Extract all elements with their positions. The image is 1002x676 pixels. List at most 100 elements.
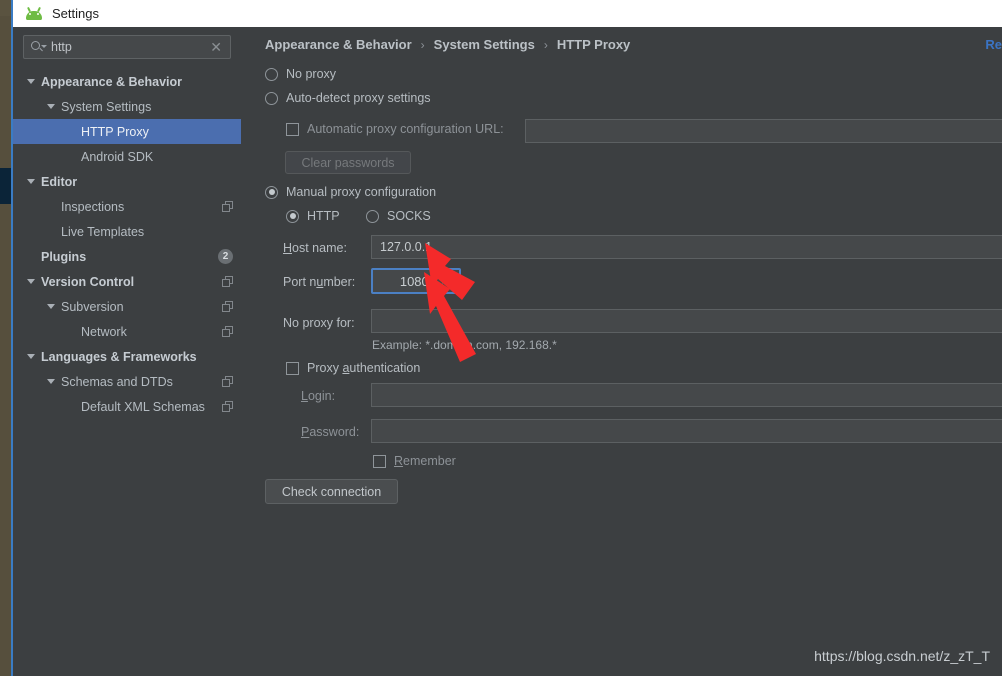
radio-icon — [265, 91, 278, 105]
check-connection-label: Check connection — [281, 484, 382, 499]
copy-settings-icon[interactable] — [222, 301, 233, 312]
pac-url-input[interactable] — [525, 119, 1002, 143]
radio-http-label: HTTP — [307, 209, 340, 223]
chevron-down-icon[interactable] — [27, 354, 35, 359]
chevron-down-icon[interactable] — [27, 279, 35, 284]
sidebar-item-http-proxy[interactable]: HTTP Proxy — [13, 119, 241, 144]
copy-settings-icon[interactable] — [222, 276, 233, 287]
port-number-label: Port number: — [283, 275, 356, 289]
sidebar-item-default-xml-schemas[interactable]: Default XML Schemas — [13, 394, 241, 419]
sidebar-item-android-sdk[interactable]: Android SDK — [13, 144, 241, 169]
breadcrumb: Appearance & Behavior › System Settings … — [265, 37, 630, 52]
chevron-down-icon[interactable] — [27, 179, 35, 184]
sidebar-item-editor[interactable]: Editor — [13, 169, 241, 194]
sidebar-item-plugins[interactable]: Plugins 2 — [13, 244, 241, 269]
settings-content: Appearance & Behavior › System Settings … — [241, 27, 1002, 676]
checkbox-pac-url[interactable]: Automatic proxy configuration URL: — [286, 122, 504, 136]
settings-tree: Appearance & Behavior System Settings HTTP… — [13, 69, 241, 676]
radio-manual-proxy[interactable]: Manual proxy configuration — [265, 185, 436, 199]
watermark-text: https://blog.csdn.net/z_zT_T — [814, 648, 990, 664]
password-label: Password: — [301, 425, 360, 439]
sidebar-item-label: Plugins — [41, 249, 87, 264]
sidebar-item-schemas-and-dtds[interactable]: Schemas and DTDs — [13, 369, 241, 394]
copy-settings-icon[interactable] — [222, 376, 233, 387]
checkbox-remember: Remember — [373, 454, 456, 468]
copy-settings-icon[interactable] — [222, 326, 233, 337]
host-name-value: 127.0.0.1 — [380, 240, 433, 254]
checkbox-proxy-authentication-label: Proxy authentication — [307, 361, 421, 375]
example-hint: Example: *.domain.com, 192.168.* — [372, 338, 557, 352]
sidebar-item-network[interactable]: Network — [13, 319, 241, 344]
chevron-down-icon[interactable] — [446, 282, 456, 287]
copy-settings-icon[interactable] — [222, 201, 233, 212]
no-proxy-for-input[interactable] — [371, 309, 1002, 333]
plugins-count-badge: 2 — [218, 249, 233, 264]
checkbox-proxy-authentication[interactable]: Proxy authentication — [286, 361, 420, 375]
breadcrumb-item-http-proxy: HTTP Proxy — [556, 37, 631, 52]
chevron-down-icon[interactable] — [47, 304, 55, 309]
sidebar-item-label: Appearance & Behavior — [41, 74, 183, 89]
check-connection-button[interactable]: Check connection — [265, 479, 398, 504]
radio-socks[interactable]: SOCKS — [366, 209, 431, 223]
chevron-down-icon[interactable] — [47, 379, 55, 384]
sidebar-item-label: Android SDK — [81, 149, 154, 164]
dialog-titlebar: Settings — [13, 0, 1002, 27]
login-input — [371, 383, 1002, 407]
android-icon — [25, 6, 43, 20]
no-proxy-for-label: No proxy for: — [283, 316, 355, 330]
port-number-value: 10809 — [399, 273, 436, 289]
clear-passwords-button: Clear passwords — [285, 151, 411, 174]
radio-auto-detect-label: Auto-detect proxy settings — [286, 91, 431, 105]
sidebar-item-system-settings[interactable]: System Settings — [13, 94, 241, 119]
radio-icon — [265, 67, 278, 81]
sidebar-item-inspections[interactable]: Inspections — [13, 194, 241, 219]
search-input-value: http — [51, 40, 72, 54]
settings-dialog: Settings http ✕ Appearance & Behavior Sys… — [11, 0, 1002, 676]
checkbox-icon — [373, 454, 386, 468]
radio-auto-detect[interactable]: Auto-detect proxy settings — [265, 91, 431, 105]
radio-no-proxy-label: No proxy — [286, 67, 337, 81]
sidebar-item-languages-frameworks[interactable]: Languages & Frameworks — [13, 344, 241, 369]
sidebar-item-label: Default XML Schemas — [81, 399, 205, 414]
sidebar-item-label: Inspections — [61, 199, 125, 214]
radio-manual-proxy-label: Manual proxy configuration — [286, 185, 437, 199]
sidebar-item-label: Schemas and DTDs — [61, 374, 173, 389]
backdrop-panel-navy — [0, 168, 11, 204]
radio-no-proxy[interactable]: No proxy — [265, 67, 336, 81]
checkbox-remember-label: Remember — [394, 454, 456, 468]
radio-http[interactable]: HTTP — [286, 209, 340, 223]
checkbox-icon — [286, 361, 299, 375]
search-input[interactable]: http ✕ — [23, 35, 231, 59]
sidebar-item-label: Version Control — [41, 274, 135, 289]
chevron-down-icon[interactable] — [47, 104, 55, 109]
breadcrumb-item-system-settings[interactable]: System Settings — [434, 37, 535, 52]
port-number-stepper[interactable]: 10809 — [371, 268, 461, 294]
chevron-down-icon[interactable] — [27, 79, 35, 84]
clear-passwords-label: Clear passwords — [301, 155, 395, 170]
sidebar-item-version-control[interactable]: Version Control — [13, 269, 241, 294]
radio-icon — [286, 209, 299, 223]
login-label: Login: — [301, 389, 336, 403]
stepper-buttons[interactable] — [442, 270, 459, 292]
sidebar-item-label: Live Templates — [61, 224, 145, 239]
checkbox-pac-url-label: Automatic proxy configuration URL: — [307, 122, 504, 136]
sidebar-item-subversion[interactable]: Subversion — [13, 294, 241, 319]
host-name-input[interactable]: 127.0.0.1 — [371, 235, 1002, 259]
chevron-up-icon[interactable] — [446, 275, 456, 280]
sidebar-item-appearance-behavior[interactable]: Appearance & Behavior — [13, 69, 241, 94]
reset-link[interactable]: Re — [985, 37, 1002, 52]
copy-settings-icon[interactable] — [222, 401, 233, 412]
chevron-right-icon: › — [420, 37, 425, 52]
breadcrumb-item-appearance[interactable]: Appearance & Behavior — [265, 37, 412, 52]
sidebar-item-live-templates[interactable]: Live Templates — [13, 219, 241, 244]
radio-icon — [366, 209, 379, 223]
settings-sidebar: http ✕ Appearance & Behavior System Setti… — [13, 27, 241, 676]
radio-icon — [265, 185, 278, 199]
search-icon — [30, 39, 47, 55]
close-icon[interactable]: ✕ — [210, 40, 222, 54]
sidebar-item-label: Languages & Frameworks — [41, 349, 197, 364]
chevron-right-icon: › — [543, 37, 548, 52]
sidebar-item-label: Subversion — [61, 299, 124, 314]
sidebar-item-label: HTTP Proxy — [81, 124, 149, 139]
sidebar-item-label: System Settings — [61, 99, 152, 114]
